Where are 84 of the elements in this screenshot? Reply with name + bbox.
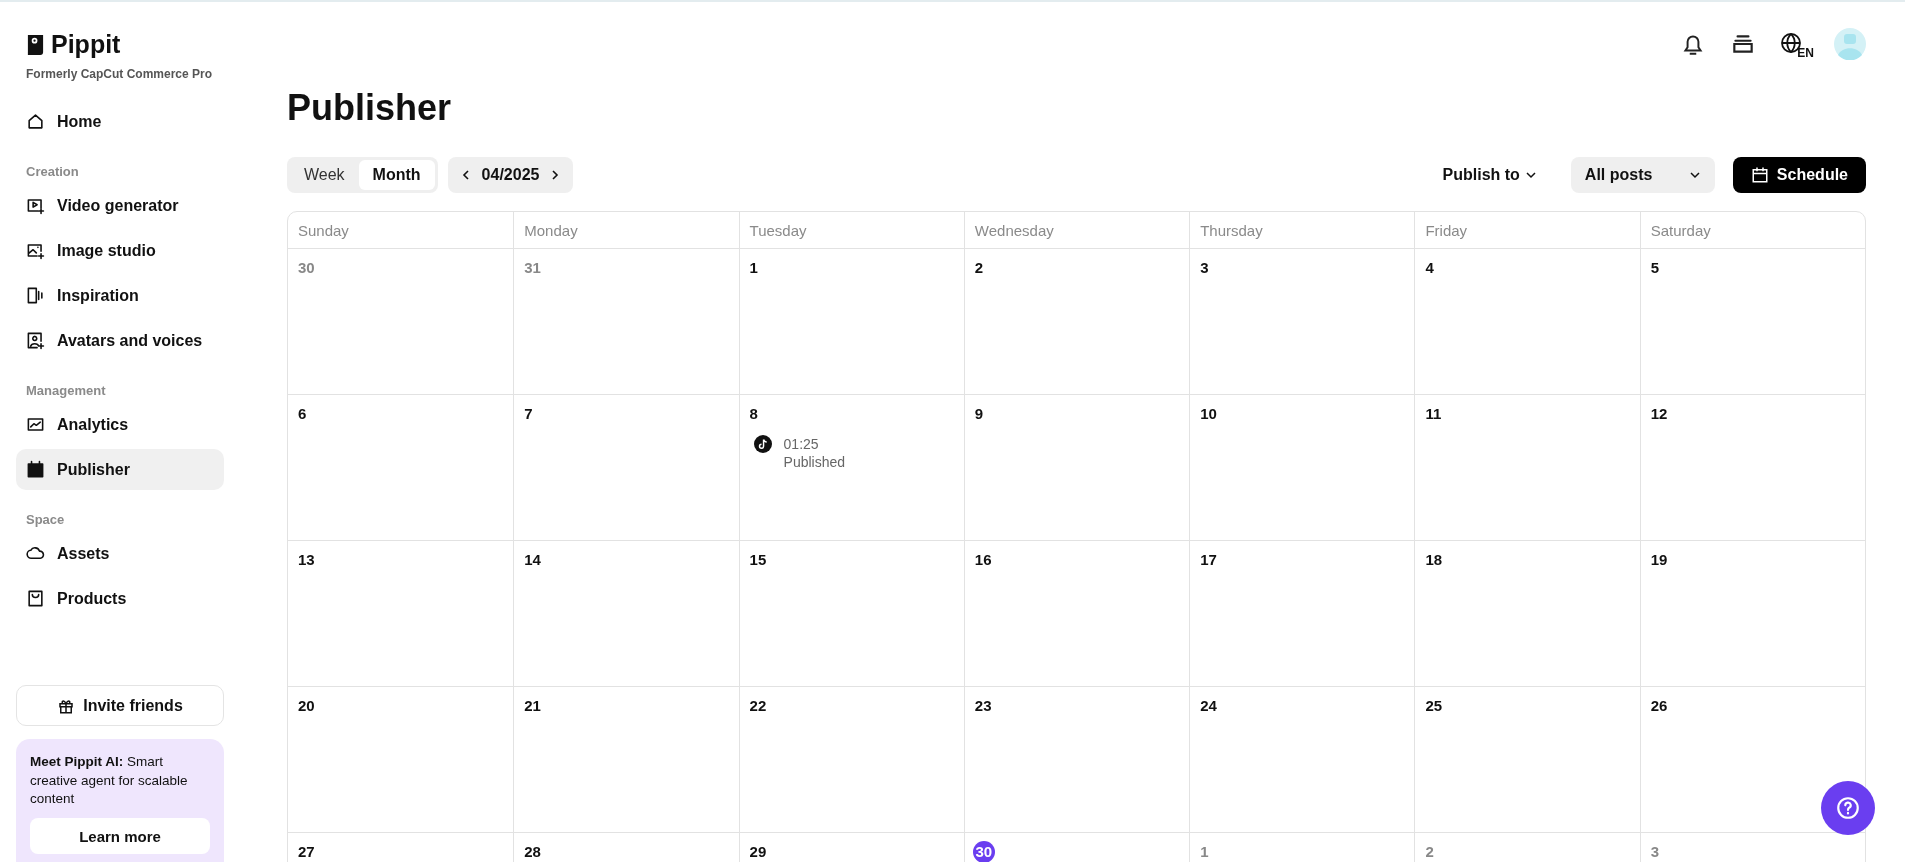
day-number: 15: [749, 551, 767, 568]
day-number: 3: [1650, 843, 1660, 860]
day-number: 26: [1650, 697, 1668, 714]
day-number: 30: [972, 841, 995, 862]
sidebar-item[interactable]: Assets: [16, 533, 224, 574]
brand-subtitle: Formerly CapCut Commerce Pro: [25, 67, 214, 81]
view-tab[interactable]: Week: [290, 160, 359, 190]
section-heading: Management: [25, 382, 107, 400]
page-title: Publisher: [287, 86, 453, 130]
day-number: 24: [1200, 697, 1217, 714]
day-number: 16: [974, 551, 992, 568]
publish-to-dropdown[interactable]: Publish to: [1436, 165, 1543, 185]
weekday-label: Friday: [1425, 221, 1468, 239]
help-button[interactable]: [1821, 781, 1875, 835]
day-number: 2: [1425, 843, 1434, 860]
brand-name: Pippit: [51, 30, 121, 59]
nav-icon: [26, 460, 45, 479]
help-icon: [1835, 795, 1861, 821]
day-number: 30: [298, 259, 315, 276]
day-number: 13: [298, 551, 315, 568]
sidebar-item[interactable]: Products: [16, 578, 224, 619]
day-number: 12: [1650, 405, 1668, 422]
sidebar-item[interactable]: Analytics: [16, 404, 224, 445]
nav-icon: [26, 331, 45, 350]
weekday-label: Tuesday: [749, 221, 807, 239]
sidebar-item[interactable]: Home: [16, 101, 224, 142]
nav-icon: [26, 196, 45, 215]
day-number: 21: [524, 697, 541, 714]
post-filter-select[interactable]: All posts: [1570, 157, 1715, 193]
section-heading: Space: [25, 511, 66, 529]
logo-icon: [26, 33, 45, 56]
sidebar-item[interactable]: Image studio: [16, 230, 224, 271]
event-time[interactable]: 01:25: [783, 435, 846, 453]
weekday-label: Wednesday: [974, 221, 1054, 239]
day-number: 5: [1650, 259, 1660, 276]
day-number: 6: [298, 405, 307, 422]
note-icon: [753, 435, 772, 453]
day-number: 22: [749, 697, 767, 714]
day-number: 23: [974, 697, 992, 714]
sidebar-item[interactable]: Avatars and voices: [16, 320, 224, 361]
day-number: 1: [1200, 843, 1209, 860]
invite-button[interactable]: Invite friends: [16, 685, 224, 727]
day-number: 7: [524, 405, 533, 422]
chevron-down-icon: [1524, 169, 1537, 181]
language-button[interactable]: EN: [1780, 32, 1814, 56]
day-number: 3: [1200, 259, 1209, 276]
day-number: 2: [974, 259, 984, 276]
schedule-button[interactable]: Schedule: [1732, 157, 1866, 193]
nav-icon: [26, 286, 45, 305]
day-number: 20: [298, 697, 315, 714]
calendar-icon: [1750, 166, 1769, 184]
day-number: 19: [1650, 551, 1668, 568]
promo-text: Meet Pippit AI: Smart creative agent for scalable content: [30, 753, 189, 808]
weekday-label: Monday: [524, 221, 578, 239]
day-number: 4: [1425, 259, 1434, 276]
day-number: 25: [1425, 697, 1443, 714]
day-number: 18: [1425, 551, 1443, 568]
day-number: 29: [749, 843, 767, 860]
day-number: 1: [749, 259, 758, 276]
section-heading: Creation: [25, 163, 80, 181]
chevron-down-icon: [1688, 169, 1701, 181]
sidebar-item[interactable]: Publisher: [16, 449, 224, 490]
day-number: 17: [1200, 551, 1217, 568]
day-number: 10: [1200, 405, 1217, 422]
weekday-label: Sunday: [298, 221, 349, 239]
sidebar-item[interactable]: Inspiration: [16, 275, 224, 316]
period-label: 04/2025: [481, 166, 540, 184]
day-number: 14: [524, 551, 541, 568]
nav-icon: [26, 589, 45, 608]
day-number: 28: [524, 843, 541, 860]
day-number: 31: [524, 259, 541, 276]
day-number: 11: [1425, 405, 1442, 422]
learn-more-button[interactable]: Learn more: [30, 818, 210, 854]
view-tab[interactable]: Month: [358, 160, 435, 190]
nav-icon: [26, 241, 45, 260]
day-number: 8: [749, 405, 758, 422]
sidebar-item[interactable]: Video generator: [16, 185, 224, 226]
day-number: 9: [974, 405, 984, 422]
weekday-label: Thursday: [1200, 221, 1263, 239]
weekday-label: Saturday: [1650, 221, 1711, 239]
nav-icon: [26, 112, 45, 131]
event-status: Published: [783, 453, 846, 471]
day-number: 27: [298, 843, 315, 860]
nav-icon: [26, 415, 45, 434]
